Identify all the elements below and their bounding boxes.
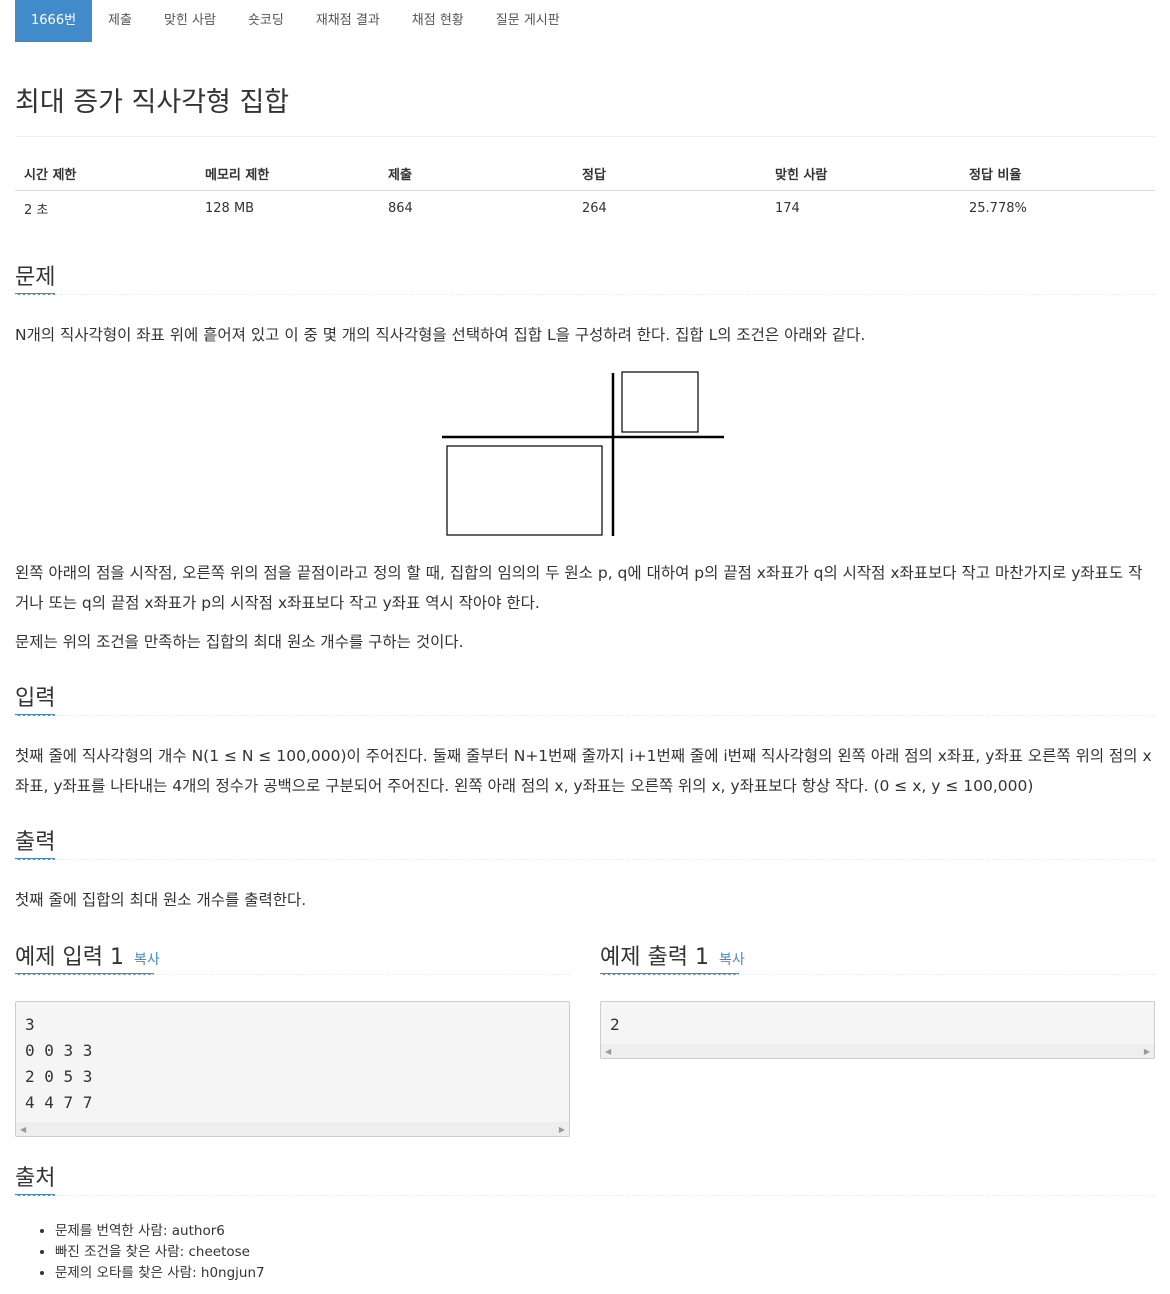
source-item: 문제를 번역한 사람: author6 [55, 1221, 265, 1242]
tab-submit[interactable]: 제출 [92, 0, 148, 42]
problem-figure [442, 371, 724, 536]
sample-output-box[interactable]: 2 ◀ ▶ [600, 1001, 1155, 1059]
info-header-solved-users: 맞힌 사람 [766, 157, 960, 191]
sample-input-section: 예제 입력 1 복사 [15, 939, 570, 975]
output-section: 출력 [15, 824, 1155, 860]
info-header-memory-limit: 메모리 제한 [196, 157, 379, 191]
source-list: 문제를 번역한 사람: author6 빠진 조건을 찾은 사람: cheeto… [55, 1221, 265, 1284]
tab-status[interactable]: 채점 현황 [396, 0, 480, 42]
input-section: 입력 [15, 680, 1155, 716]
info-header-accepted: 정답 [573, 157, 766, 191]
problem-description-2: 왼쪽 아래의 점을 시작점, 오른쪽 위의 점을 끝점이라고 정의 할 때, 집… [15, 564, 1143, 612]
input-heading: 입력 [15, 686, 56, 711]
info-accept-ratio: 25.778% [969, 201, 1027, 216]
problem-section: 문제 [15, 259, 1155, 295]
info-time-limit: 2 초 [24, 203, 49, 218]
tab-problem[interactable]: 1666번 [15, 0, 93, 42]
info-header-row: 시간 제한 메모리 제한 제출 정답 맞힌 사람 정답 비율 [15, 157, 1155, 191]
sample-input-box[interactable]: 3 0 0 3 3 2 0 5 3 4 4 7 7 ◀ ▶ [15, 1001, 570, 1137]
scroll-right-icon[interactable]: ▶ [559, 1125, 565, 1134]
sample-input-copy-button[interactable]: 복사 [134, 952, 160, 968]
info-header-submissions: 제출 [379, 157, 573, 191]
source-item: 빠진 조건을 찾은 사람: cheetose [55, 1242, 265, 1263]
source-item: 문제의 오타를 찾은 사람: h0ngjun7 [55, 1263, 265, 1284]
input-description: 첫째 줄에 직사각형의 개수 N(1 ≤ N ≤ 100,000)이 주어진다.… [15, 747, 1152, 795]
sample-output-section: 예제 출력 1 복사 [600, 939, 1155, 975]
source-section: 출처 [15, 1160, 1155, 1196]
tab-short-coding[interactable]: 숏코딩 [232, 0, 300, 42]
sample-output-heading: 예제 출력 1 복사 [600, 939, 745, 971]
info-header-accept-ratio: 정답 비율 [960, 157, 1155, 191]
info-value-row: 2 초 128 MB 864 264 174 25.778% [15, 191, 1155, 227]
problem-menu-tabs: 1666번 제출 맞힌 사람 숏코딩 재채점 결과 채점 현황 질문 게시판 [15, 0, 576, 42]
sample-output-copy-button[interactable]: 복사 [719, 952, 745, 968]
info-memory-limit: 128 MB [205, 201, 255, 216]
sample-input-heading: 예제 입력 1 복사 [15, 939, 160, 971]
output-heading: 출력 [15, 830, 56, 855]
problem-description-3: 문제는 위의 조건을 만족하는 집합의 최대 원소 개수를 구하는 것이다. [15, 633, 464, 651]
tab-qna-board[interactable]: 질문 게시판 [480, 0, 576, 42]
source-heading: 출처 [15, 1166, 56, 1191]
tab-solved-users[interactable]: 맞힌 사람 [148, 0, 232, 42]
info-submissions: 864 [388, 201, 413, 216]
info-header-time-limit: 시간 제한 [15, 157, 196, 191]
sample-input-title: 예제 입력 1 [15, 945, 124, 970]
output-description: 첫째 줄에 집합의 최대 원소 개수를 출력한다. [15, 891, 307, 909]
tab-rejudge-results[interactable]: 재채점 결과 [300, 0, 396, 42]
sample-input-content: 3 0 0 3 3 2 0 5 3 4 4 7 7 [25, 1015, 93, 1112]
scroll-left-icon[interactable]: ◀ [605, 1047, 611, 1056]
problem-description-1: N개의 직사각형이 좌표 위에 흩어져 있고 이 중 몇 개의 직사각형을 선택… [15, 326, 866, 344]
title-divider [15, 136, 1155, 137]
problem-info-table: 시간 제한 메모리 제한 제출 정답 맞힌 사람 정답 비율 2 초 128 M… [15, 157, 1155, 226]
sample-input-scrollbar[interactable]: ◀ ▶ [16, 1122, 569, 1136]
problem-title: 최대 증가 직사각형 집합 [15, 87, 290, 118]
sample-output-title: 예제 출력 1 [600, 945, 709, 970]
scroll-left-icon[interactable]: ◀ [20, 1125, 26, 1134]
scroll-right-icon[interactable]: ▶ [1144, 1047, 1150, 1056]
sample-output-scrollbar[interactable]: ◀ ▶ [601, 1044, 1154, 1058]
info-accepted: 264 [582, 201, 607, 216]
problem-heading: 문제 [15, 265, 56, 290]
sample-output-content: 2 [610, 1015, 620, 1034]
info-solved-users: 174 [775, 201, 800, 216]
